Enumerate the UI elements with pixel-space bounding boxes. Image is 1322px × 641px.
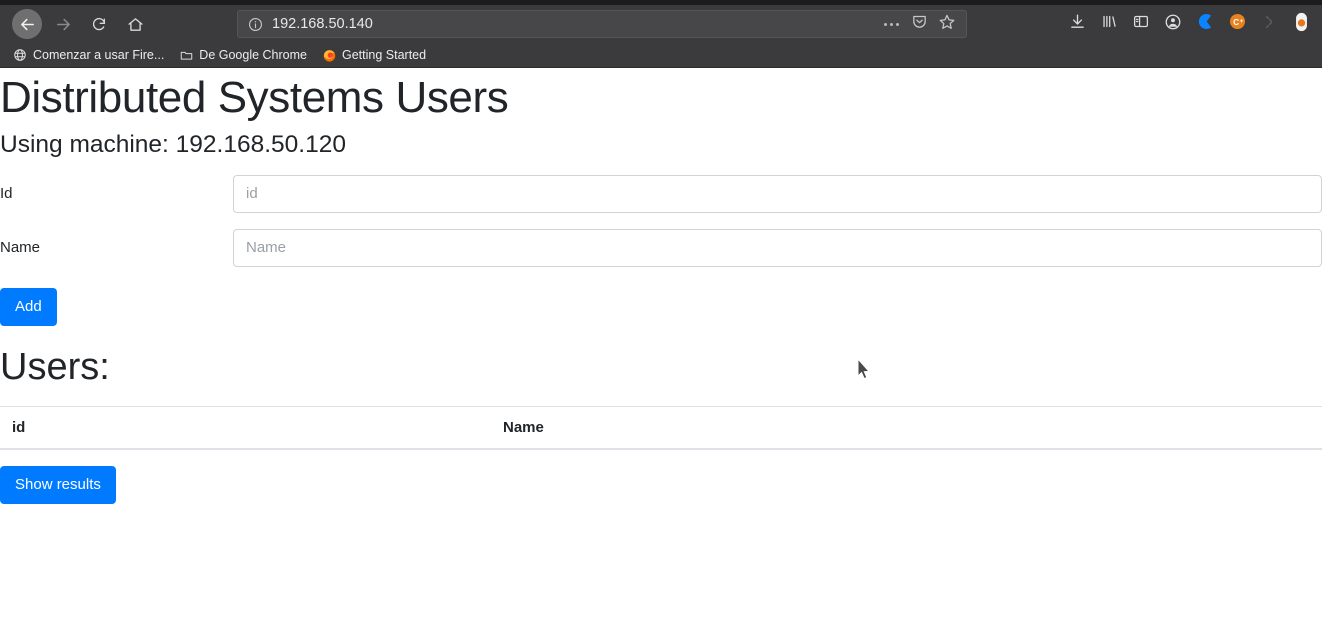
bookmark-star-button[interactable] <box>936 13 958 35</box>
id-label: Id <box>0 185 13 203</box>
name-label: Name <box>0 239 41 257</box>
home-button[interactable] <box>120 9 150 39</box>
globe-icon <box>12 47 28 63</box>
reload-button[interactable] <box>84 9 114 39</box>
info-circle-icon[interactable] <box>244 17 266 32</box>
star-icon <box>938 13 956 36</box>
bookmark-label: De Google Chrome <box>199 48 307 62</box>
home-icon <box>127 16 144 33</box>
bookmark-label: Comenzar a usar Fire... <box>33 48 165 62</box>
folder-icon <box>178 47 194 63</box>
add-button-row: Add <box>0 287 1322 326</box>
page-actions-button[interactable] <box>880 13 902 35</box>
users-heading: Users: <box>0 345 110 388</box>
url-text[interactable]: 192.168.50.140 <box>266 10 880 38</box>
form-row-name: Name <box>0 228 1322 267</box>
browser-toolbar-right: C + <box>1062 9 1316 39</box>
arrow-right-icon <box>55 16 72 33</box>
library-icon <box>1100 13 1118 35</box>
add-button[interactable]: Add <box>0 287 57 326</box>
ellipsis-icon <box>883 22 899 26</box>
capsule-dot-icon <box>1295 12 1308 37</box>
back-button[interactable] <box>12 9 42 39</box>
browser-navigation-bar: 192.168.50.140 C + <box>0 5 1322 43</box>
name-input[interactable] <box>233 228 1322 267</box>
firefox-icon <box>321 47 337 63</box>
svg-text:+: + <box>1239 18 1243 25</box>
profile-capsule-button[interactable] <box>1286 9 1316 39</box>
account-circle-icon <box>1164 13 1182 36</box>
c-plus-circle-icon: C + <box>1228 12 1247 36</box>
bookmark-label: Getting Started <box>342 48 427 62</box>
form-row-id: Id <box>0 174 1322 213</box>
pocket-icon <box>911 13 928 35</box>
chevron-right-dotted-icon <box>1260 13 1278 36</box>
show-results-row: Show results <box>0 466 1322 505</box>
download-icon <box>1069 13 1086 35</box>
forward-button[interactable] <box>48 9 78 39</box>
table-header-row: id Name <box>0 406 1322 451</box>
show-results-button[interactable]: Show results <box>0 466 116 505</box>
bookmarks-toolbar: Comenzar a usar Fire... De Google Chrome… <box>0 43 1322 68</box>
bookmark-item-getting-started[interactable]: Getting Started <box>315 45 432 65</box>
svg-text:C: C <box>1233 17 1239 27</box>
url-bar[interactable]: 192.168.50.140 <box>237 10 967 38</box>
id-input[interactable] <box>233 174 1322 213</box>
extension-arrow-button[interactable] <box>1254 9 1284 39</box>
users-table: id Name <box>0 406 1322 451</box>
sidebar-button[interactable] <box>1126 9 1156 39</box>
arrow-left-icon <box>19 16 36 33</box>
extension-cplus-button[interactable]: C + <box>1222 9 1252 39</box>
machine-subtitle: Using machine: 192.168.50.120 <box>0 130 346 158</box>
column-header-id: id <box>0 406 491 451</box>
column-header-name: Name <box>491 406 1322 451</box>
page-title: Distributed Systems Users <box>0 73 509 122</box>
reload-icon <box>91 16 107 32</box>
bookmark-item-comenzar[interactable]: Comenzar a usar Fire... <box>6 45 170 65</box>
sidebar-icon <box>1132 13 1150 35</box>
bookmark-item-de-google-chrome[interactable]: De Google Chrome <box>172 45 313 65</box>
c-crescent-icon <box>1196 12 1215 36</box>
page-content: Distributed Systems Users Using machine:… <box>0 68 1322 641</box>
account-button[interactable] <box>1158 9 1188 39</box>
pocket-button[interactable] <box>908 13 930 35</box>
library-button[interactable] <box>1094 9 1124 39</box>
extension-c-button[interactable] <box>1190 9 1220 39</box>
downloads-button[interactable] <box>1062 9 1092 39</box>
